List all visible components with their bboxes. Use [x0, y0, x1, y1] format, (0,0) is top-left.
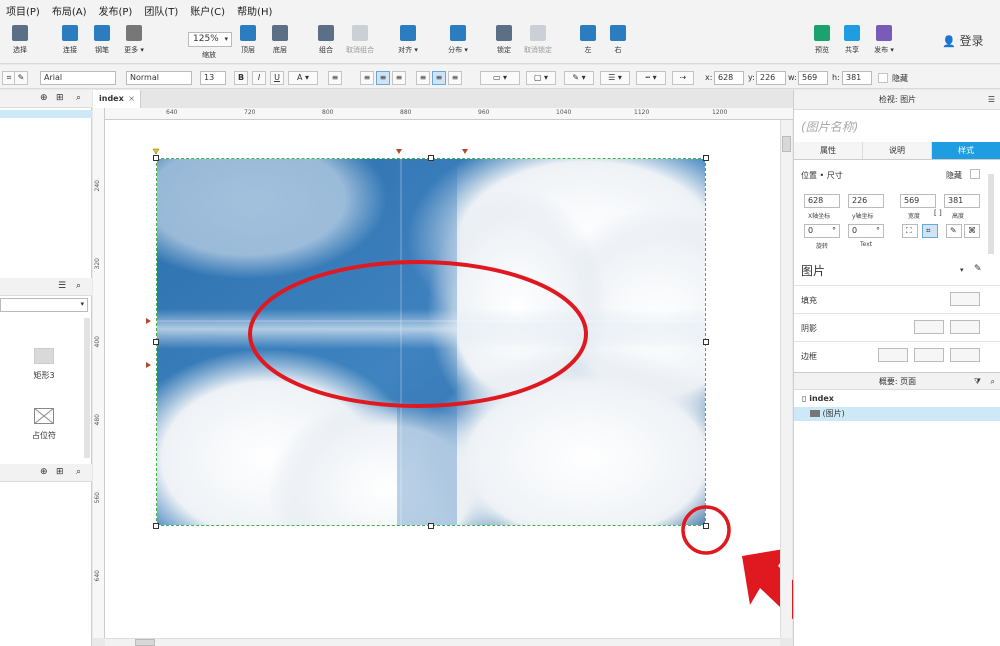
lock-ratio-icon[interactable]: [ ]	[934, 209, 942, 217]
rotation-value: 0	[808, 226, 814, 235]
text-rotation-unit: °	[876, 226, 880, 235]
y-caption: y轴坐标	[852, 213, 874, 220]
chevron-down-icon[interactable]: ▾	[960, 266, 964, 274]
border-width-dropdown[interactable]	[878, 348, 908, 362]
fill-row: 填充	[794, 285, 1000, 313]
auto-fit-icon[interactable]: ⌗	[922, 224, 938, 238]
outline-image-label: (图片)	[822, 409, 845, 418]
outline-title: 概要: 页面	[878, 377, 917, 386]
tab-style[interactable]: 样式	[932, 142, 1000, 159]
rotation-caption: 旋转	[816, 243, 829, 250]
inspector-header: 检视: 图片 ☰	[794, 90, 1000, 110]
right-panel: 检视: 图片 ☰ (图片名称) 属性 说明 样式 位置 • 尺寸 隐藏 628 …	[793, 90, 1000, 646]
inspector-tabs: 属性 说明 样式	[794, 142, 1000, 160]
outline-image-item[interactable]: (图片)	[794, 407, 1000, 421]
outline-search-icon[interactable]: ⌕	[991, 373, 995, 391]
canvas-horizontal-scrollbar[interactable]	[105, 638, 780, 646]
image-section-title: 图片	[801, 264, 826, 278]
height-field[interactable]: 381	[944, 194, 980, 208]
fill-dropdown[interactable]	[950, 292, 980, 306]
border-style-dropdown[interactable]	[950, 348, 980, 362]
edit-style-icon[interactable]: ✎	[974, 264, 982, 274]
annotation-circle	[681, 505, 731, 555]
y-field[interactable]: 226	[848, 194, 884, 208]
widget-name-input[interactable]: (图片名称)	[801, 118, 858, 135]
scroll-thumb[interactable]	[782, 136, 791, 152]
width-caption: 宽度	[908, 213, 921, 220]
shadow-outer-dropdown[interactable]	[914, 320, 944, 334]
y-value: 226	[852, 196, 868, 205]
border-label: 边框	[801, 352, 817, 361]
canvas-vertical-scrollbar[interactable]	[780, 120, 792, 638]
panel-menu-icon[interactable]: ☰	[988, 90, 995, 110]
fit-icon[interactable]: ⛶	[902, 224, 918, 238]
x-caption: X轴坐标	[808, 213, 831, 220]
crop-icon[interactable]: ⌘	[964, 224, 980, 238]
page-icon: ▯	[802, 394, 807, 403]
rotation-field[interactable]: 0 °	[804, 224, 840, 238]
border-color-dropdown[interactable]	[914, 348, 944, 362]
outline-header: 概要: 页面 ⧩ ⌕	[794, 372, 1000, 390]
outline-page-index[interactable]: ▯ index	[794, 392, 1000, 406]
pin-icon[interactable]: ✎	[946, 224, 962, 238]
image-icon	[810, 410, 820, 417]
inspector-title: 检视: 图片	[878, 95, 917, 104]
hide-checkbox[interactable]	[970, 169, 980, 179]
hide-label: 隐藏	[946, 171, 962, 180]
position-size-title: 位置 • 尺寸	[801, 171, 843, 180]
inspector-scrollbar[interactable]	[988, 174, 994, 254]
filter-icon[interactable]: ⧩	[974, 373, 981, 391]
height-value: 381	[948, 196, 964, 205]
x-field[interactable]: 628	[804, 194, 840, 208]
text-rotation-field[interactable]: 0 °	[848, 224, 884, 238]
annotation-ellipse	[248, 260, 588, 408]
height-caption: 高度	[952, 213, 965, 220]
tab-properties[interactable]: 属性	[794, 142, 863, 159]
rotation-unit: °	[832, 226, 836, 235]
tab-notes[interactable]: 说明	[863, 142, 932, 159]
shadow-label: 阴影	[801, 324, 817, 333]
outline-page-label: index	[809, 394, 834, 403]
shadow-inner-dropdown[interactable]	[950, 320, 980, 334]
scroll-thumb[interactable]	[135, 639, 155, 646]
widget-name-placeholder: (图片名称)	[801, 120, 859, 134]
border-row: 边框	[794, 341, 1000, 369]
text-rotation-value: 0	[852, 226, 858, 235]
text-caption: Text	[860, 241, 873, 248]
width-value: 569	[904, 196, 920, 205]
fill-label: 填充	[801, 296, 817, 305]
shadow-row: 阴影	[794, 313, 1000, 341]
x-value: 628	[808, 196, 824, 205]
width-field[interactable]: 569	[900, 194, 936, 208]
